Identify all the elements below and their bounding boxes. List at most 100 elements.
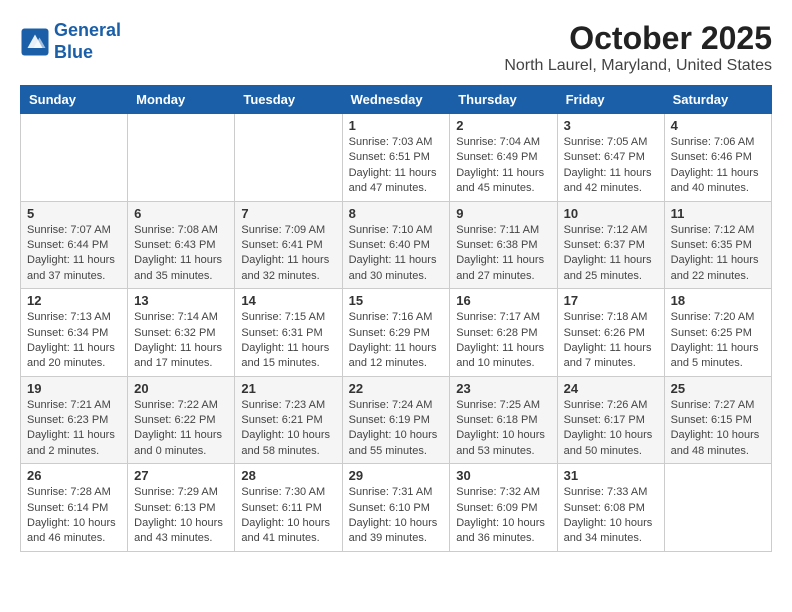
day-info: Sunrise: 7:04 AM Sunset: 6:49 PM Dayligh…: [456, 135, 550, 197]
day-info: Sunrise: 7:21 AM Sunset: 6:23 PM Dayligh…: [27, 398, 121, 460]
calendar-cell: 26 Sunrise: 7:28 AM Sunset: 6:14 PM Dayli…: [21, 464, 128, 552]
day-info: Sunrise: 7:18 AM Sunset: 6:26 PM Dayligh…: [564, 310, 658, 372]
day-number: 21: [241, 381, 335, 396]
day-info: Sunrise: 7:29 AM Sunset: 6:13 PM Dayligh…: [134, 485, 228, 547]
day-info: Sunrise: 7:24 AM Sunset: 6:19 PM Dayligh…: [349, 398, 444, 460]
page-header: General Blue October 2025 North Laurel, …: [20, 20, 772, 75]
calendar-cell: [128, 114, 235, 202]
calendar-table: SundayMondayTuesdayWednesdayThursdayFrid…: [20, 85, 772, 552]
day-number: 26: [27, 468, 121, 483]
day-number: 14: [241, 293, 335, 308]
day-number: 5: [27, 206, 121, 221]
day-info: Sunrise: 7:20 AM Sunset: 6:25 PM Dayligh…: [671, 310, 765, 372]
day-info: Sunrise: 7:10 AM Sunset: 6:40 PM Dayligh…: [349, 223, 444, 285]
day-info: Sunrise: 7:30 AM Sunset: 6:11 PM Dayligh…: [241, 485, 335, 547]
day-info: Sunrise: 7:05 AM Sunset: 6:47 PM Dayligh…: [564, 135, 658, 197]
calendar-cell: 21 Sunrise: 7:23 AM Sunset: 6:21 PM Dayli…: [235, 376, 342, 464]
day-number: 7: [241, 206, 335, 221]
title-area: October 2025 North Laurel, Maryland, Uni…: [504, 20, 772, 75]
calendar-cell: 19 Sunrise: 7:21 AM Sunset: 6:23 PM Dayli…: [21, 376, 128, 464]
calendar-cell: 16Sunrise: 7:17 AM Sunset: 6:28 PM Dayli…: [450, 289, 557, 377]
calendar-cell: 31 Sunrise: 7:33 AM Sunset: 6:08 PM Dayli…: [557, 464, 664, 552]
day-number: 4: [671, 118, 765, 133]
day-number: 22: [349, 381, 444, 396]
day-number: 2: [456, 118, 550, 133]
day-number: 6: [134, 206, 228, 221]
calendar-week-row: 12 Sunrise: 7:13 AM Sunset: 6:34 PM Dayli…: [21, 289, 772, 377]
day-info: Sunrise: 7:28 AM Sunset: 6:14 PM Dayligh…: [27, 485, 121, 547]
day-info: Sunrise: 7:14 AM Sunset: 6:32 PM Dayligh…: [134, 310, 228, 372]
day-info: Sunrise: 7:06 AM Sunset: 6:46 PM Dayligh…: [671, 135, 765, 197]
calendar-cell: 25Sunrise: 7:27 AM Sunset: 6:15 PM Dayli…: [664, 376, 771, 464]
day-info: Sunrise: 7:12 AM Sunset: 6:37 PM Dayligh…: [564, 223, 658, 285]
calendar-header-row: SundayMondayTuesdayWednesdayThursdayFrid…: [21, 86, 772, 114]
calendar-cell: 17 Sunrise: 7:18 AM Sunset: 6:26 PM Dayli…: [557, 289, 664, 377]
month-title: October 2025: [504, 20, 772, 57]
calendar-cell: 5 Sunrise: 7:07 AM Sunset: 6:44 PM Daylig…: [21, 201, 128, 289]
calendar-cell: [235, 114, 342, 202]
day-info: Sunrise: 7:03 AM Sunset: 6:51 PM Dayligh…: [349, 135, 444, 197]
day-number: 19: [27, 381, 121, 396]
calendar-cell: 14 Sunrise: 7:15 AM Sunset: 6:31 PM Dayli…: [235, 289, 342, 377]
calendar-header-sunday: Sunday: [21, 86, 128, 114]
logo-icon: [20, 27, 50, 57]
calendar-cell: 29Sunrise: 7:31 AM Sunset: 6:10 PM Dayli…: [342, 464, 450, 552]
calendar-cell: 3 Sunrise: 7:05 AM Sunset: 6:47 PM Daylig…: [557, 114, 664, 202]
calendar-header-monday: Monday: [128, 86, 235, 114]
calendar-cell: 12 Sunrise: 7:13 AM Sunset: 6:34 PM Dayli…: [21, 289, 128, 377]
calendar-week-row: 1 Sunrise: 7:03 AM Sunset: 6:51 PM Daylig…: [21, 114, 772, 202]
day-info: Sunrise: 7:12 AM Sunset: 6:35 PM Dayligh…: [671, 223, 765, 285]
calendar-cell: 15Sunrise: 7:16 AM Sunset: 6:29 PM Dayli…: [342, 289, 450, 377]
calendar-header-thursday: Thursday: [450, 86, 557, 114]
day-number: 13: [134, 293, 228, 308]
calendar-cell: 18 Sunrise: 7:20 AM Sunset: 6:25 PM Dayli…: [664, 289, 771, 377]
calendar-cell: 2 Sunrise: 7:04 AM Sunset: 6:49 PM Daylig…: [450, 114, 557, 202]
calendar-header-saturday: Saturday: [664, 86, 771, 114]
location-title: North Laurel, Maryland, United States: [504, 57, 772, 75]
day-info: Sunrise: 7:09 AM Sunset: 6:41 PM Dayligh…: [241, 223, 335, 285]
calendar-cell: [21, 114, 128, 202]
day-info: Sunrise: 7:26 AM Sunset: 6:17 PM Dayligh…: [564, 398, 658, 460]
day-number: 30: [456, 468, 550, 483]
calendar-cell: 20Sunrise: 7:22 AM Sunset: 6:22 PM Dayli…: [128, 376, 235, 464]
day-number: 18: [671, 293, 765, 308]
calendar-cell: 10 Sunrise: 7:12 AM Sunset: 6:37 PM Dayli…: [557, 201, 664, 289]
day-info: Sunrise: 7:31 AM Sunset: 6:10 PM Dayligh…: [349, 485, 444, 547]
day-number: 16: [456, 293, 550, 308]
day-number: 17: [564, 293, 658, 308]
day-number: 3: [564, 118, 658, 133]
day-number: 31: [564, 468, 658, 483]
day-info: Sunrise: 7:22 AM Sunset: 6:22 PM Dayligh…: [134, 398, 228, 460]
day-number: 1: [349, 118, 444, 133]
day-number: 10: [564, 206, 658, 221]
calendar-cell: 28 Sunrise: 7:30 AM Sunset: 6:11 PM Dayli…: [235, 464, 342, 552]
day-number: 23: [456, 381, 550, 396]
calendar-week-row: 26 Sunrise: 7:28 AM Sunset: 6:14 PM Dayli…: [21, 464, 772, 552]
calendar-cell: 8 Sunrise: 7:10 AM Sunset: 6:40 PM Daylig…: [342, 201, 450, 289]
day-number: 28: [241, 468, 335, 483]
day-info: Sunrise: 7:16 AM Sunset: 6:29 PM Dayligh…: [349, 310, 444, 372]
calendar-cell: 4 Sunrise: 7:06 AM Sunset: 6:46 PM Daylig…: [664, 114, 771, 202]
day-info: Sunrise: 7:23 AM Sunset: 6:21 PM Dayligh…: [241, 398, 335, 460]
day-number: 12: [27, 293, 121, 308]
day-number: 25: [671, 381, 765, 396]
day-info: Sunrise: 7:11 AM Sunset: 6:38 PM Dayligh…: [456, 223, 550, 285]
calendar-cell: 23Sunrise: 7:25 AM Sunset: 6:18 PM Dayli…: [450, 376, 557, 464]
calendar-header-tuesday: Tuesday: [235, 86, 342, 114]
day-info: Sunrise: 7:15 AM Sunset: 6:31 PM Dayligh…: [241, 310, 335, 372]
calendar-week-row: 19 Sunrise: 7:21 AM Sunset: 6:23 PM Dayli…: [21, 376, 772, 464]
calendar-header-friday: Friday: [557, 86, 664, 114]
day-info: Sunrise: 7:07 AM Sunset: 6:44 PM Dayligh…: [27, 223, 121, 285]
day-number: 24: [564, 381, 658, 396]
day-info: Sunrise: 7:13 AM Sunset: 6:34 PM Dayligh…: [27, 310, 121, 372]
logo: General Blue: [20, 20, 121, 63]
calendar-cell: 30 Sunrise: 7:32 AM Sunset: 6:09 PM Dayli…: [450, 464, 557, 552]
day-number: 8: [349, 206, 444, 221]
calendar-cell: 6Sunrise: 7:08 AM Sunset: 6:43 PM Daylig…: [128, 201, 235, 289]
calendar-cell: 13 Sunrise: 7:14 AM Sunset: 6:32 PM Dayli…: [128, 289, 235, 377]
calendar-cell: 22 Sunrise: 7:24 AM Sunset: 6:19 PM Dayli…: [342, 376, 450, 464]
day-info: Sunrise: 7:32 AM Sunset: 6:09 PM Dayligh…: [456, 485, 550, 547]
day-info: Sunrise: 7:33 AM Sunset: 6:08 PM Dayligh…: [564, 485, 658, 547]
calendar-cell: 7 Sunrise: 7:09 AM Sunset: 6:41 PM Daylig…: [235, 201, 342, 289]
calendar-cell: 11Sunrise: 7:12 AM Sunset: 6:35 PM Dayli…: [664, 201, 771, 289]
